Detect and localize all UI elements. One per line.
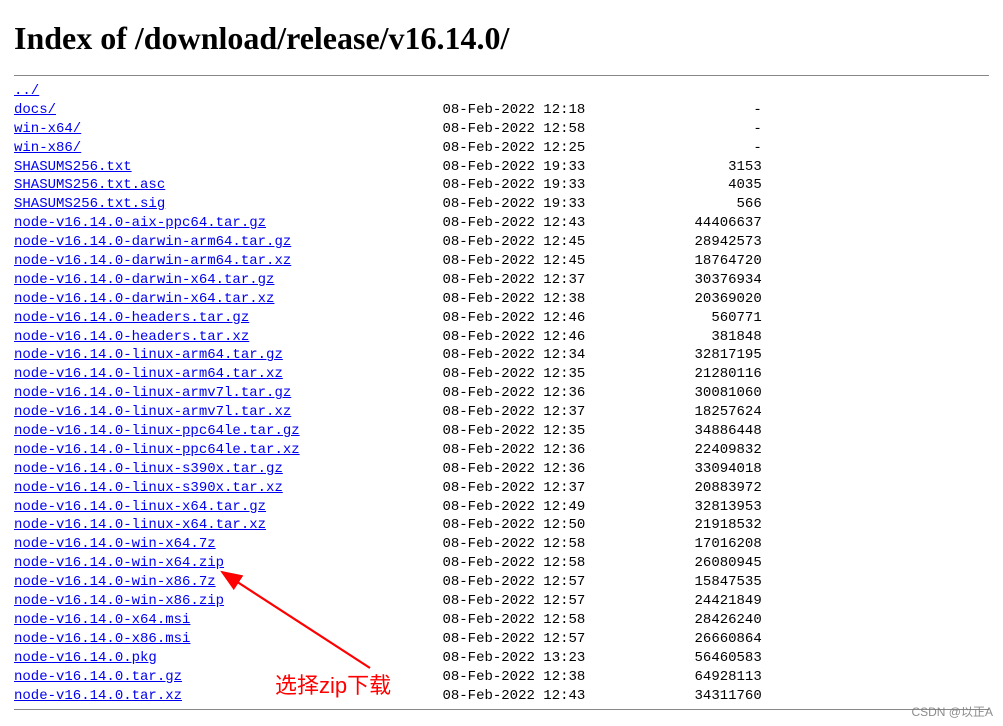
parent-link[interactable]: ../ bbox=[14, 83, 39, 99]
file-link[interactable]: node-v16.14.0-linux-s390x.tar.gz bbox=[14, 461, 283, 477]
file-link[interactable]: node-v16.14.0-linux-armv7l.tar.gz bbox=[14, 385, 291, 401]
file-link[interactable]: docs/ bbox=[14, 102, 56, 118]
file-link[interactable]: node-v16.14.0-aix-ppc64.tar.gz bbox=[14, 215, 266, 231]
file-link[interactable]: node-v16.14.0-x86.msi bbox=[14, 631, 190, 647]
file-link[interactable]: node-v16.14.0-linux-x64.tar.gz bbox=[14, 499, 266, 515]
file-link[interactable]: node-v16.14.0-linux-s390x.tar.xz bbox=[14, 480, 283, 496]
watermark: CSDN @以正A bbox=[911, 703, 993, 720]
file-link[interactable]: node-v16.14.0.tar.gz bbox=[14, 669, 182, 685]
file-link[interactable]: node-v16.14.0-headers.tar.xz bbox=[14, 329, 249, 345]
file-link[interactable]: node-v16.14.0-win-x86.zip bbox=[14, 593, 224, 609]
file-link[interactable]: node-v16.14.0-darwin-arm64.tar.xz bbox=[14, 253, 291, 269]
file-link[interactable]: node-v16.14.0-x64.msi bbox=[14, 612, 190, 628]
file-link[interactable]: win-x86/ bbox=[14, 140, 81, 156]
file-link[interactable]: node-v16.14.0-linux-ppc64le.tar.gz bbox=[14, 423, 300, 439]
file-link[interactable]: node-v16.14.0-win-x64.zip bbox=[14, 555, 224, 571]
file-link[interactable]: node-v16.14.0-headers.tar.gz bbox=[14, 310, 249, 326]
file-link[interactable]: node-v16.14.0-linux-ppc64le.tar.xz bbox=[14, 442, 300, 458]
file-link[interactable]: node-v16.14.0-win-x86.7z bbox=[14, 574, 216, 590]
file-link[interactable]: node-v16.14.0-darwin-x64.tar.gz bbox=[14, 272, 274, 288]
page-title: Index of /download/release/v16.14.0/ bbox=[14, 20, 989, 57]
file-link[interactable]: win-x64/ bbox=[14, 121, 81, 137]
file-link[interactable]: node-v16.14.0.tar.xz bbox=[14, 688, 182, 704]
file-link[interactable]: SHASUMS256.txt bbox=[14, 159, 132, 175]
divider-bottom bbox=[14, 709, 989, 710]
file-listing: ../ docs/ 08-Feb-2022 12:18 - win-x64/ 0… bbox=[14, 82, 989, 705]
file-link[interactable]: node-v16.14.0.pkg bbox=[14, 650, 157, 666]
divider-top bbox=[14, 75, 989, 76]
file-link[interactable]: node-v16.14.0-linux-x64.tar.xz bbox=[14, 517, 266, 533]
file-link[interactable]: SHASUMS256.txt.asc bbox=[14, 177, 165, 193]
file-link[interactable]: node-v16.14.0-linux-arm64.tar.gz bbox=[14, 347, 283, 363]
file-link[interactable]: node-v16.14.0-darwin-x64.tar.xz bbox=[14, 291, 274, 307]
file-link[interactable]: SHASUMS256.txt.sig bbox=[14, 196, 165, 212]
file-link[interactable]: node-v16.14.0-linux-armv7l.tar.xz bbox=[14, 404, 291, 420]
file-link[interactable]: node-v16.14.0-win-x64.7z bbox=[14, 536, 216, 552]
file-link[interactable]: node-v16.14.0-darwin-arm64.tar.gz bbox=[14, 234, 291, 250]
file-link[interactable]: node-v16.14.0-linux-arm64.tar.xz bbox=[14, 366, 283, 382]
